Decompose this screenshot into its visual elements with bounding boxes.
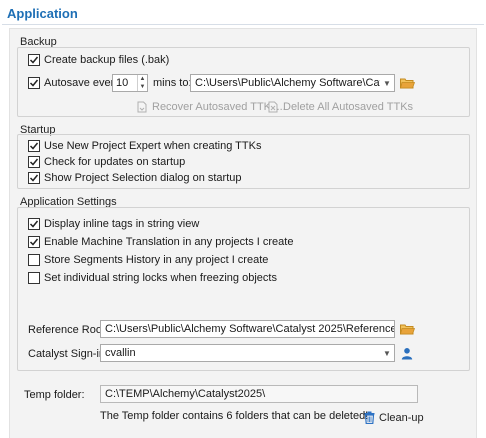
check-icon (29, 79, 39, 87)
catalyst-signin-combo[interactable]: cvallin ▼ (100, 344, 395, 362)
checkbox-box (28, 172, 40, 184)
catalyst-signin-value: cvallin (105, 347, 136, 359)
page-title: Application (7, 6, 78, 21)
checkbox-label: Store Segments History in any project I … (44, 254, 269, 266)
checkbox-label: Enable Machine Translation in any projec… (44, 236, 294, 248)
chevron-down-icon[interactable]: ▼ (380, 75, 394, 91)
create-backup-label: Create backup files (.bak) (44, 54, 170, 66)
reference-root-field[interactable]: C:\Users\Public\Alchemy Software\Catalys… (100, 320, 395, 338)
temp-folder-field: C:\TEMP\Alchemy\Catalyst2025\ (100, 385, 418, 403)
check-icon (29, 238, 39, 246)
temp-folder-label: Temp folder: (24, 389, 85, 401)
browse-reference-root-button[interactable] (399, 321, 415, 337)
temp-folder-value: C:\TEMP\Alchemy\Catalyst2025\ (105, 388, 266, 400)
temp-folder-info: The Temp folder contains 6 folders that … (100, 410, 369, 422)
store-segments-history-checkbox[interactable]: Store Segments History in any project I … (28, 254, 268, 266)
delete-autosaved-label: Delete All Autosaved TTKs (283, 101, 414, 113)
check-icon (29, 220, 39, 228)
check-icon (29, 142, 39, 150)
folder-icon (399, 78, 415, 89)
checkbox-box (28, 218, 40, 230)
recover-autosaved-button[interactable]: Recover Autosaved TTKs... (136, 101, 286, 113)
checkbox-label: Use New Project Expert when creating TTK… (44, 140, 262, 152)
user-icon (401, 347, 413, 359)
checkbox-box (28, 77, 40, 89)
mins-to-label: mins to: (153, 77, 192, 89)
checkbox-box (28, 254, 40, 266)
autosave-minutes-value: 10 (116, 77, 129, 89)
show-project-selection-checkbox[interactable]: Show Project Selection dialog on startup (28, 172, 242, 184)
spin-up-icon[interactable]: ▲ (138, 75, 147, 83)
enable-machine-translation-checkbox[interactable]: Enable Machine Translation in any projec… (28, 236, 293, 248)
checkbox-box (28, 54, 40, 66)
checkbox-label: Check for updates on startup (44, 156, 186, 168)
create-backup-checkbox[interactable]: Create backup files (.bak) (28, 54, 169, 66)
spin-down-icon[interactable]: ▼ (138, 83, 147, 91)
autosave-label: Autosave every (44, 77, 120, 89)
autosave-minutes-spinner[interactable]: 10 ▲ ▼ (112, 74, 148, 92)
check-updates-checkbox[interactable]: Check for updates on startup (28, 156, 185, 168)
checkbox-box (28, 236, 40, 248)
checkbox-box (28, 272, 40, 284)
delete-document-icon (268, 101, 278, 113)
recover-document-icon (137, 101, 147, 113)
folder-icon (399, 324, 415, 335)
spinner-arrows[interactable]: ▲ ▼ (137, 75, 147, 91)
delete-autosaved-button[interactable]: Delete All Autosaved TTKs (267, 101, 413, 113)
use-new-project-expert-checkbox[interactable]: Use New Project Expert when creating TTK… (28, 140, 261, 152)
recover-autosaved-label: Recover Autosaved TTKs... (152, 101, 286, 113)
autosave-checkbox[interactable]: Autosave every (28, 77, 120, 89)
catalyst-signin-label: Catalyst Sign-in: (28, 348, 109, 360)
autosave-path-value: C:\Users\Public\Alchemy Software\Catalys… (195, 77, 380, 89)
title-divider (2, 24, 484, 25)
checkbox-box (28, 140, 40, 152)
clean-up-label: Clean-up (379, 411, 424, 424)
reference-root-value: C:\Users\Public\Alchemy Software\Catalys… (105, 323, 394, 335)
chevron-down-icon[interactable]: ▼ (380, 345, 394, 361)
reference-root-label: Reference Root: (28, 324, 109, 336)
checkbox-label: Display inline tags in string view (44, 218, 200, 230)
check-icon (29, 174, 39, 182)
checkbox-label: Show Project Selection dialog on startup (44, 172, 242, 184)
autosave-path-combo[interactable]: C:\Users\Public\Alchemy Software\Catalys… (190, 74, 395, 92)
checkbox-box (28, 156, 40, 168)
trash-icon (364, 411, 375, 424)
browse-autosave-folder-button[interactable] (399, 75, 415, 91)
check-icon (29, 158, 39, 166)
clean-up-button[interactable]: Clean-up (364, 411, 424, 424)
display-inline-tags-checkbox[interactable]: Display inline tags in string view (28, 218, 199, 230)
user-account-button[interactable] (399, 345, 415, 361)
checkbox-label: Set individual string locks when freezin… (44, 272, 277, 284)
check-icon (29, 56, 39, 64)
individual-string-locks-checkbox[interactable]: Set individual string locks when freezin… (28, 272, 277, 284)
